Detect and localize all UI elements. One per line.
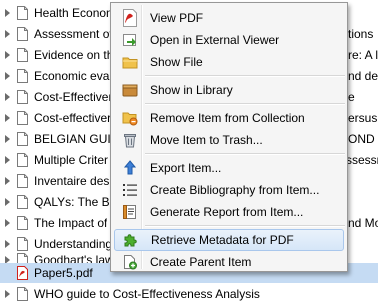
document-icon	[17, 153, 28, 167]
item-title: Inventaire des	[34, 174, 110, 188]
menu-item-move-to-trash[interactable]: Move Item to Trash...	[114, 129, 344, 151]
menu-separator	[145, 103, 345, 105]
expand-triangle-icon[interactable]	[5, 9, 10, 17]
expand-triangle-icon[interactable]	[5, 30, 10, 38]
menu-item-label: Export Item...	[150, 161, 222, 175]
document-icon	[17, 90, 28, 104]
menu-item-label: Move Item to Trash...	[150, 133, 263, 147]
context-menu: View PDF Open in External Viewer Show Fi…	[110, 2, 348, 272]
expand-triangle-icon[interactable]	[5, 177, 10, 185]
document-icon	[17, 216, 28, 230]
menu-separator	[145, 225, 345, 227]
folder-icon	[121, 53, 139, 71]
pdf-icon	[17, 266, 28, 280]
menu-item-label: Create Parent Item	[150, 255, 252, 269]
document-icon	[17, 6, 28, 20]
menu-item-label: Remove Item from Collection	[150, 111, 305, 125]
menu-item-remove-from-collection[interactable]: Remove Item from Collection	[114, 107, 344, 129]
external-viewer-icon	[121, 31, 139, 49]
export-icon	[121, 159, 139, 177]
item-title: Understanding	[34, 237, 113, 251]
menu-item-create-parent[interactable]: Create Parent Item	[114, 251, 344, 273]
document-icon	[17, 27, 28, 41]
puzzle-icon	[122, 231, 140, 249]
menu-item-label: Create Bibliography from Item...	[150, 183, 320, 197]
menu-item-view-pdf[interactable]: View PDF	[114, 7, 344, 29]
expand-triangle-icon[interactable]	[5, 51, 10, 59]
expand-triangle-icon[interactable]	[5, 114, 10, 122]
item-title: Multiple Criter	[34, 153, 109, 167]
expand-triangle-icon[interactable]	[5, 156, 10, 164]
document-icon	[17, 111, 28, 125]
menu-item-label: View PDF	[150, 11, 204, 25]
menu-item-label: Retrieve Metadata for PDF	[151, 233, 294, 247]
document-icon	[17, 287, 28, 301]
menu-item-retrieve-metadata[interactable]: Retrieve Metadata for PDF	[114, 229, 344, 251]
item-title-overflow: re: A li	[348, 48, 378, 62]
menu-item-label: Show in Library	[150, 83, 233, 97]
bibliography-icon	[121, 181, 139, 199]
menu-item-show-in-library[interactable]: Show in Library	[114, 79, 344, 101]
item-title-overflow: nd de	[348, 69, 378, 83]
item-title-overflow: nd Mo	[348, 216, 378, 230]
menu-item-open-external-viewer[interactable]: Open in External Viewer	[114, 29, 344, 51]
item-title-overflow: ersus	[348, 111, 378, 125]
menu-item-label: Show File	[150, 55, 203, 69]
menu-item-label: Open in External Viewer	[150, 33, 280, 47]
document-icon	[17, 132, 28, 146]
trash-icon	[121, 131, 139, 149]
document-icon	[17, 48, 28, 62]
menu-item-create-bibliography[interactable]: Create Bibliography from Item...	[114, 179, 344, 201]
item-title: Evidence on th	[34, 48, 114, 62]
expand-triangle-icon[interactable]	[5, 135, 10, 143]
report-icon	[121, 203, 139, 221]
remove-from-collection-icon	[121, 109, 139, 127]
expand-triangle-icon[interactable]	[5, 72, 10, 80]
item-title: Cost-Effectiver	[34, 90, 113, 104]
create-parent-icon	[121, 253, 139, 271]
menu-item-show-file[interactable]: Show File	[114, 51, 344, 73]
item-title: WHO guide to Cost-Effectiveness Analysis	[34, 287, 260, 301]
list-item[interactable]: WHO guide to Cost-Effectiveness Analysis	[0, 284, 378, 304]
menu-item-label: Generate Report from Item...	[150, 205, 304, 219]
expand-triangle-icon[interactable]	[5, 290, 10, 298]
expand-triangle-icon[interactable]	[5, 93, 10, 101]
item-title: QALYs: The Ba	[34, 195, 117, 209]
document-icon	[17, 237, 28, 251]
item-title-overflow: OND I	[348, 132, 378, 146]
document-icon	[17, 195, 28, 209]
library-icon	[121, 81, 139, 99]
item-title: The Impact of	[34, 216, 108, 230]
item-title: Economic eval	[34, 69, 113, 83]
item-title-overflow: ssessr	[346, 153, 378, 167]
menu-separator	[145, 153, 345, 155]
document-icon	[17, 174, 28, 188]
item-title: Cost-effectiver	[34, 111, 112, 125]
menu-item-export[interactable]: Export Item...	[114, 157, 344, 179]
item-title-overflow: e	[348, 90, 355, 104]
pdf-icon	[121, 9, 139, 27]
expand-triangle-icon[interactable]	[5, 240, 10, 248]
item-title-overflow: tions	[348, 27, 374, 41]
expand-triangle-icon[interactable]	[5, 198, 10, 206]
item-title: BELGIAN GUID	[34, 132, 120, 146]
item-title: Paper5.pdf	[34, 266, 93, 280]
document-icon	[17, 69, 28, 83]
item-title: Assessment of	[34, 27, 113, 41]
menu-item-generate-report[interactable]: Generate Report from Item...	[114, 201, 344, 223]
menu-separator	[145, 75, 345, 77]
item-title: Health Econon	[34, 6, 113, 20]
expand-triangle-icon[interactable]	[5, 219, 10, 227]
